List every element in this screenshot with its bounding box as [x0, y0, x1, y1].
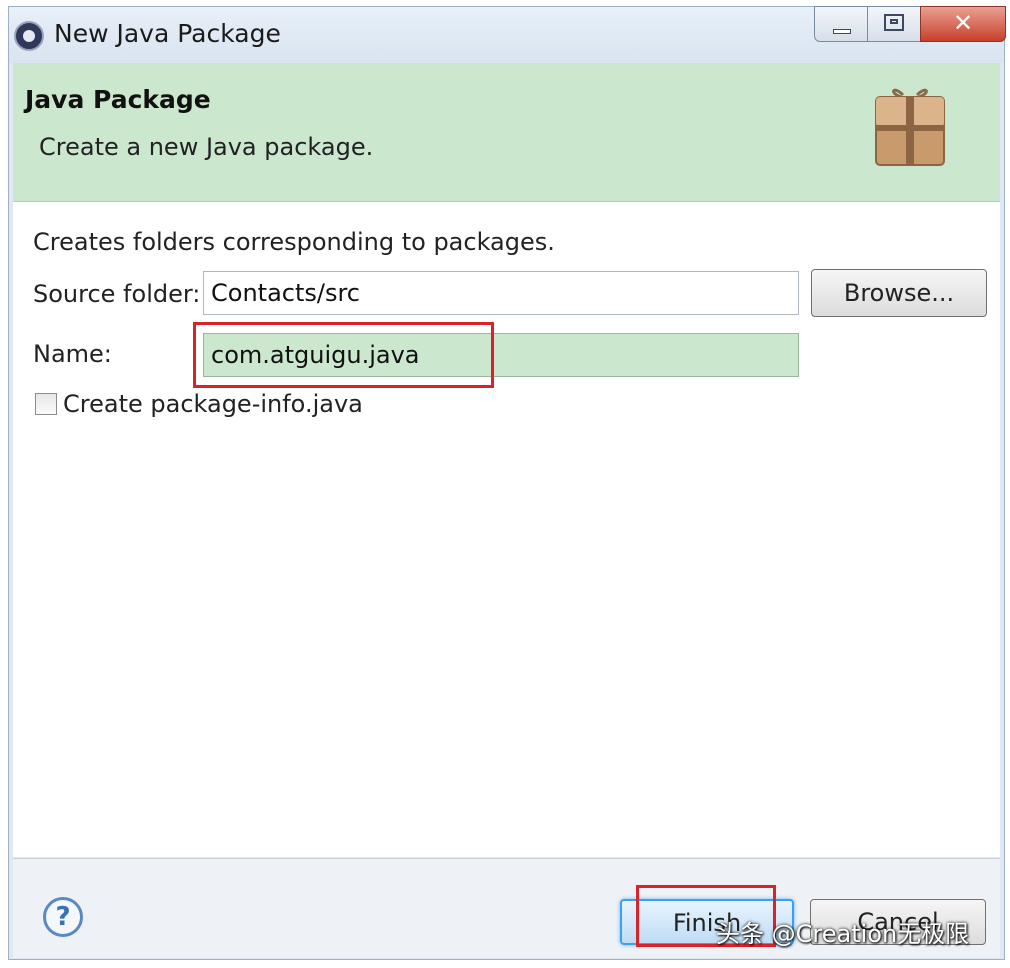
title-bar: New Java Package ✕ [9, 6, 1006, 63]
name-highlight-box [193, 322, 494, 388]
page-title: Java Package [25, 85, 211, 114]
minimize-button[interactable] [814, 6, 868, 42]
name-label: Name: [33, 340, 112, 368]
window-title: New Java Package [54, 19, 281, 48]
wizard-content: Creates folders corresponding to package… [13, 202, 1000, 857]
close-icon: ✕ [952, 9, 974, 37]
close-button[interactable]: ✕ [920, 6, 1006, 42]
create-package-info-label[interactable]: Create package-info.java [63, 390, 363, 418]
page-description: Create a new Java package. [39, 133, 374, 161]
intro-text: Creates folders corresponding to package… [33, 228, 555, 256]
browse-button[interactable]: Browse... [811, 269, 987, 317]
package-box-icon [875, 88, 945, 166]
create-package-info-checkbox[interactable] [35, 393, 57, 415]
maximize-button[interactable] [867, 6, 921, 42]
eclipse-icon [14, 21, 44, 51]
source-folder-field[interactable]: Contacts/src [203, 271, 799, 315]
maximize-icon [884, 14, 904, 31]
new-java-package-dialog: New Java Package ✕ Java Package Create a… [8, 6, 1006, 960]
watermark-text: 头条 @Creation无极限 [716, 920, 970, 948]
window-controls: ✕ [814, 6, 1006, 44]
minimize-icon [833, 29, 851, 34]
help-icon[interactable]: ? [43, 897, 83, 937]
wizard-header: Java Package Create a new Java package. [13, 63, 1000, 202]
source-folder-label: Source folder: [33, 280, 201, 308]
